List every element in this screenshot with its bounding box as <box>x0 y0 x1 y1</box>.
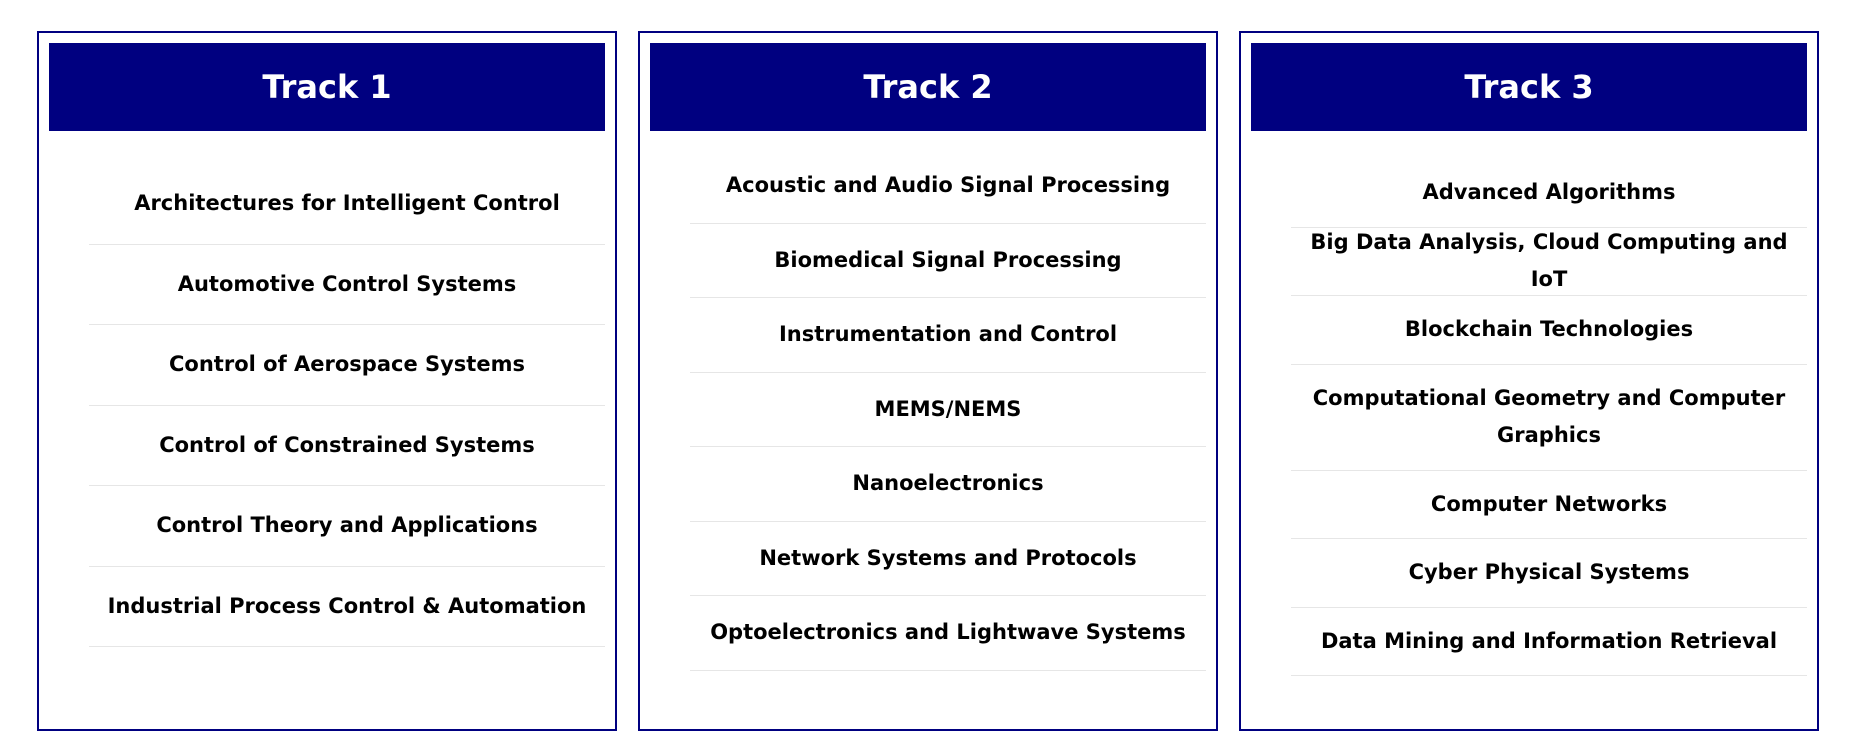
topic-item[interactable]: Cyber Physical Systems <box>1291 539 1807 608</box>
track-1-topic-list: Architectures for Intelligent Control Au… <box>49 164 605 647</box>
track-1-card: Track 1 Architectures for Intelligent Co… <box>37 31 617 731</box>
topic-item[interactable]: MEMS/NEMS <box>690 373 1206 447</box>
track-3-topic-list: Advanced Algorithms Big Data Analysis, C… <box>1251 159 1807 676</box>
track-3-card: Track 3 Advanced Algorithms Big Data Ana… <box>1239 31 1819 731</box>
topic-item[interactable]: Control of Constrained Systems <box>89 406 605 486</box>
track-2-card: Track 2 Acoustic and Audio Signal Proces… <box>638 31 1218 731</box>
track-1-header: Track 1 <box>49 43 605 131</box>
topic-item[interactable]: Acoustic and Audio Signal Processing <box>690 149 1206 224</box>
topic-item[interactable]: Computer Networks <box>1291 471 1807 539</box>
track-2-header: Track 2 <box>650 43 1206 131</box>
topic-item[interactable]: Data Mining and Information Retrieval <box>1291 608 1807 676</box>
topic-item[interactable]: Network Systems and Protocols <box>690 522 1206 596</box>
topic-item[interactable]: Computational Geometry and Computer Grap… <box>1291 365 1807 471</box>
topic-item[interactable]: Industrial Process Control & Automation <box>89 567 605 647</box>
topic-item[interactable]: Nanoelectronics <box>690 447 1206 522</box>
topic-item[interactable]: Optoelectronics and Lightwave Systems <box>690 596 1206 671</box>
topic-item[interactable]: Big Data Analysis, Cloud Computing and I… <box>1291 228 1807 296</box>
topic-item[interactable]: Automotive Control Systems <box>89 245 605 325</box>
topic-item[interactable]: Control of Aerospace Systems <box>89 325 605 406</box>
topic-item[interactable]: Architectures for Intelligent Control <box>89 164 605 245</box>
topic-item[interactable]: Biomedical Signal Processing <box>690 224 1206 298</box>
topic-item[interactable]: Control Theory and Applications <box>89 486 605 567</box>
tracks-container: Track 1 Architectures for Intelligent Co… <box>37 31 1819 731</box>
track-2-topic-list: Acoustic and Audio Signal Processing Bio… <box>650 149 1206 671</box>
topic-item[interactable]: Blockchain Technologies <box>1291 296 1807 365</box>
track-3-header: Track 3 <box>1251 43 1807 131</box>
topic-item[interactable]: Instrumentation and Control <box>690 298 1206 373</box>
topic-item[interactable]: Advanced Algorithms <box>1291 159 1807 228</box>
